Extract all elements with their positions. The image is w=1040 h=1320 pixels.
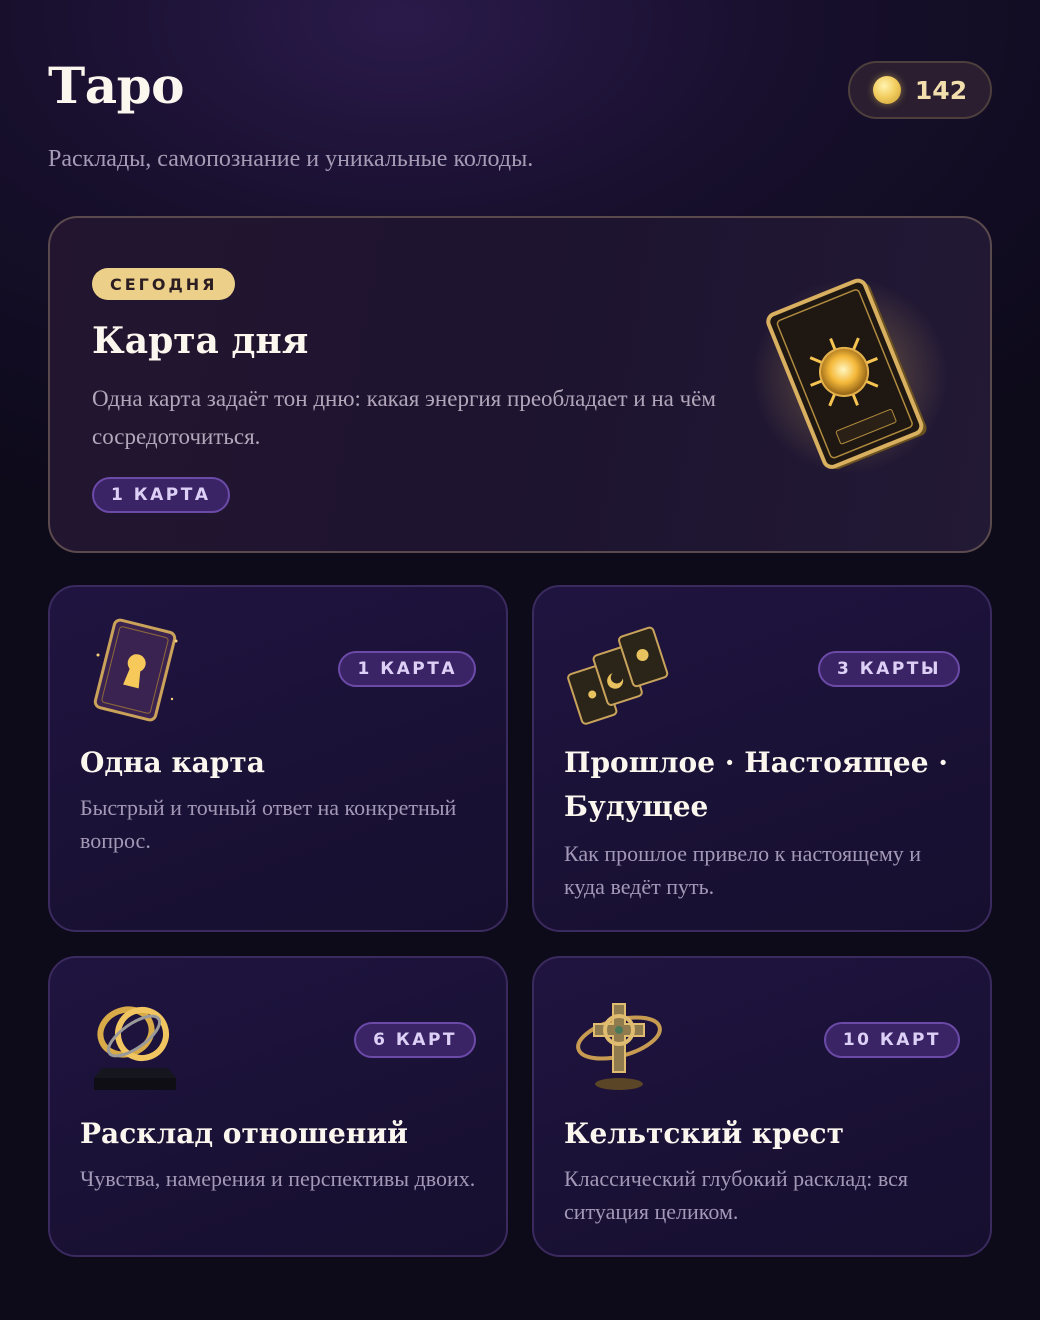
keyhole-card-image — [93, 618, 178, 722]
spread-description: Быстрый и точный ответ на конкретный воп… — [80, 795, 457, 853]
header: Таро 142 — [48, 56, 992, 126]
rings-image — [94, 1006, 176, 1090]
spread-title: Расклад отношений — [80, 1117, 408, 1150]
three-cards-image — [567, 626, 669, 725]
spread-card-past-present-future[interactable]: 3 КАРТЫ Прошлое · Настоящее · Будущее Ка… — [532, 585, 992, 932]
gold-coin-icon — [872, 76, 901, 104]
card-count-badge: 1 КАРТА — [338, 651, 476, 687]
card-of-the-day[interactable]: СЕГОДНЯ Карта дня Одна карта задаёт тон … — [48, 216, 992, 553]
spread-title: Прошлое · Настоящее · Будущее — [564, 746, 949, 823]
spread-description: Как прошлое привело к настоящему и куда … — [564, 841, 922, 899]
sun-tarot-card-image — [752, 278, 948, 474]
spread-title: Кельтский крест — [564, 1117, 844, 1150]
spread-description: Классический глубокий расклад: вся ситуа… — [564, 1166, 909, 1224]
card-count-badge: 10 КАРТ — [823, 1022, 960, 1058]
card-of-the-day-title: Карта дня — [92, 320, 309, 362]
spread-card-relationships[interactable]: 6 КАРТ Расклад отношений Чувства, намере… — [48, 956, 508, 1257]
coin-count: 142 — [914, 75, 968, 105]
spread-card-one-card[interactable]: 1 КАРТА Одна карта Быстрый и точный отве… — [48, 585, 508, 932]
page-subtitle: Расклады, самопознание и уникальные коло… — [48, 146, 534, 172]
spread-description: Чувства, намерения и перспективы двоих. — [80, 1166, 476, 1191]
card-of-the-day-description: Одна карта задаёт тон дню: какая энергия… — [92, 386, 716, 449]
today-badge: СЕГОДНЯ — [92, 268, 236, 300]
coin-balance[interactable]: 142 — [848, 61, 992, 119]
card-count-badge: 6 КАРТ — [354, 1022, 476, 1058]
spread-card-celtic-cross[interactable]: 10 КАРТ Кельтский крест Классический глу… — [532, 956, 992, 1257]
celtic-cross-image — [576, 1003, 662, 1090]
page-title: Таро — [48, 56, 184, 115]
spread-title: Одна карта — [80, 746, 265, 779]
card-count-badge: 1 КАРТА — [92, 477, 230, 513]
card-count-badge: 3 КАРТЫ — [818, 651, 960, 687]
